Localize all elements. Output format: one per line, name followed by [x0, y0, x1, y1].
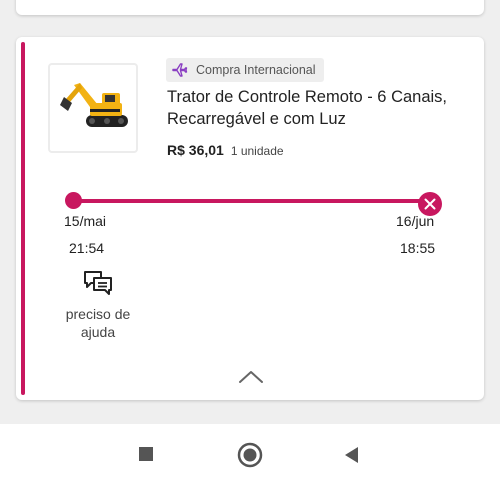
- international-purchase-badge: Compra Internacional: [166, 58, 324, 82]
- square-icon[interactable]: [138, 446, 154, 462]
- close-icon: [424, 198, 436, 210]
- timeline-start-date: 15/mai: [64, 213, 107, 229]
- triangle-back-icon[interactable]: [342, 445, 360, 465]
- chat-icon: [84, 271, 112, 295]
- order-card[interactable]: Compra Internacional Trator de Controle …: [16, 37, 484, 400]
- help-label: preciso de ajuda: [65, 306, 131, 340]
- product-thumbnail[interactable]: [48, 63, 138, 153]
- timeline-start-time: 21:54: [69, 240, 105, 256]
- timeline-start-dot: [65, 192, 82, 209]
- timeline-end-time: 18:55: [400, 240, 436, 256]
- delivery-progress-track: [72, 199, 432, 203]
- badge-label: Compra Internacional: [196, 63, 316, 77]
- collapse-chevron-up-icon[interactable]: [238, 370, 264, 384]
- product-price: R$ 36,01: [167, 142, 224, 158]
- excavator-toy-image: [60, 83, 128, 127]
- circle-icon[interactable]: [237, 442, 263, 468]
- help-button[interactable]: preciso de ajuda: [58, 269, 138, 341]
- status-accent-bar: [21, 42, 25, 395]
- product-title[interactable]: Trator de Controle Remoto - 6 Canais, Re…: [167, 86, 467, 130]
- price-row: R$ 36,01 1 unidade: [167, 142, 284, 158]
- product-quantity: 1 unidade: [230, 144, 284, 158]
- android-navigation-bar: [0, 424, 500, 485]
- previous-order-card[interactable]: [16, 0, 484, 15]
- timeline-end-date: 16/jun: [396, 213, 435, 229]
- airplane-icon: [172, 63, 188, 77]
